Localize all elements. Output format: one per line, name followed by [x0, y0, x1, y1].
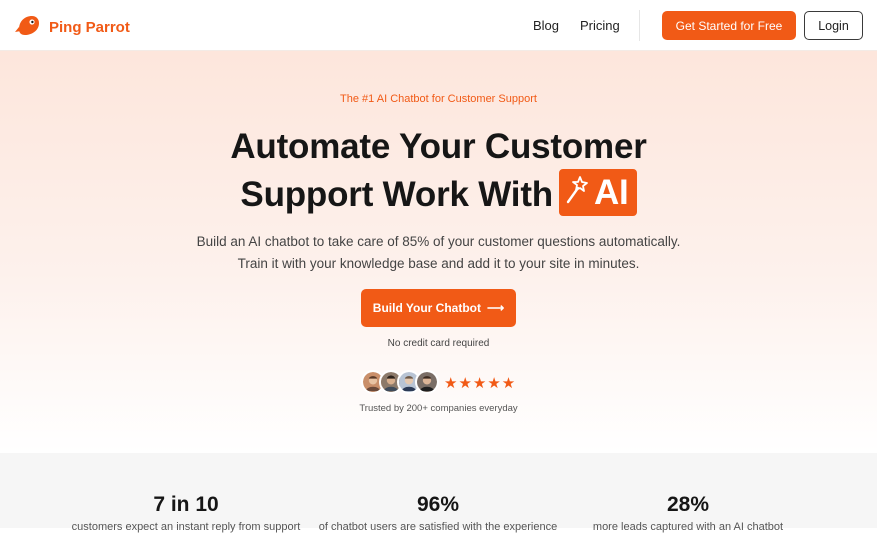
hero-tagline: The #1 AI Chatbot for Customer Support — [340, 93, 537, 105]
customer-avatars — [361, 370, 439, 394]
parrot-logo-icon — [15, 13, 41, 42]
get-started-button[interactable]: Get Started for Free — [662, 11, 796, 40]
stat-description: customers expect an instant reply from s… — [71, 521, 301, 533]
trusted-by-text: Trusted by 200+ companies everyday — [359, 403, 518, 414]
nav-link-blog[interactable]: Blog — [533, 18, 559, 33]
stat-value: 96% — [416, 493, 460, 516]
avatar — [415, 370, 439, 394]
rating-stars-icon: ★★★★★ — [444, 375, 517, 392]
brand-name: Ping Parrot — [49, 19, 130, 36]
hero-subtitle-line1: Build an AI chatbot to take care of 85% … — [196, 234, 681, 249]
ai-badge-label: AI — [593, 172, 629, 212]
brand-logo[interactable]: Ping Parrot — [15, 13, 130, 42]
build-chatbot-label: Build Your Chatbot — [372, 301, 481, 315]
nav-link-pricing[interactable]: Pricing — [580, 18, 620, 33]
hero-title-line2: Support Work With AI — [0, 169, 877, 220]
login-button[interactable]: Login — [804, 11, 863, 40]
nav-divider — [639, 10, 640, 41]
stat-value: 7 in 10 — [153, 493, 219, 516]
arrow-right-icon: ⟶ — [487, 301, 505, 315]
stat-description: more leads captured with an AI chatbot — [592, 521, 784, 533]
magic-wand-icon — [565, 173, 591, 213]
hero-title-line1: Automate Your Customer — [230, 127, 647, 166]
no-credit-card-note: No credit card required — [387, 338, 490, 349]
stat-description: of chatbot users are satisfied with the … — [318, 521, 558, 533]
stat-value: 28% — [666, 493, 710, 516]
hero-subtitle-line2: Train it with your knowledge base and ad… — [237, 256, 640, 271]
ai-badge: AI — [558, 169, 637, 216]
hero-title-text: Support Work With — [240, 174, 553, 214]
top-navbar: Ping Parrot Blog Pricing Get Started for… — [0, 0, 877, 51]
build-chatbot-button[interactable]: Build Your Chatbot ⟶ — [361, 289, 516, 327]
hero-section: The #1 AI Chatbot for Customer Support A… — [0, 51, 877, 453]
stats-section: 7 in 10 96% 28% customers expect an inst… — [0, 453, 877, 533]
